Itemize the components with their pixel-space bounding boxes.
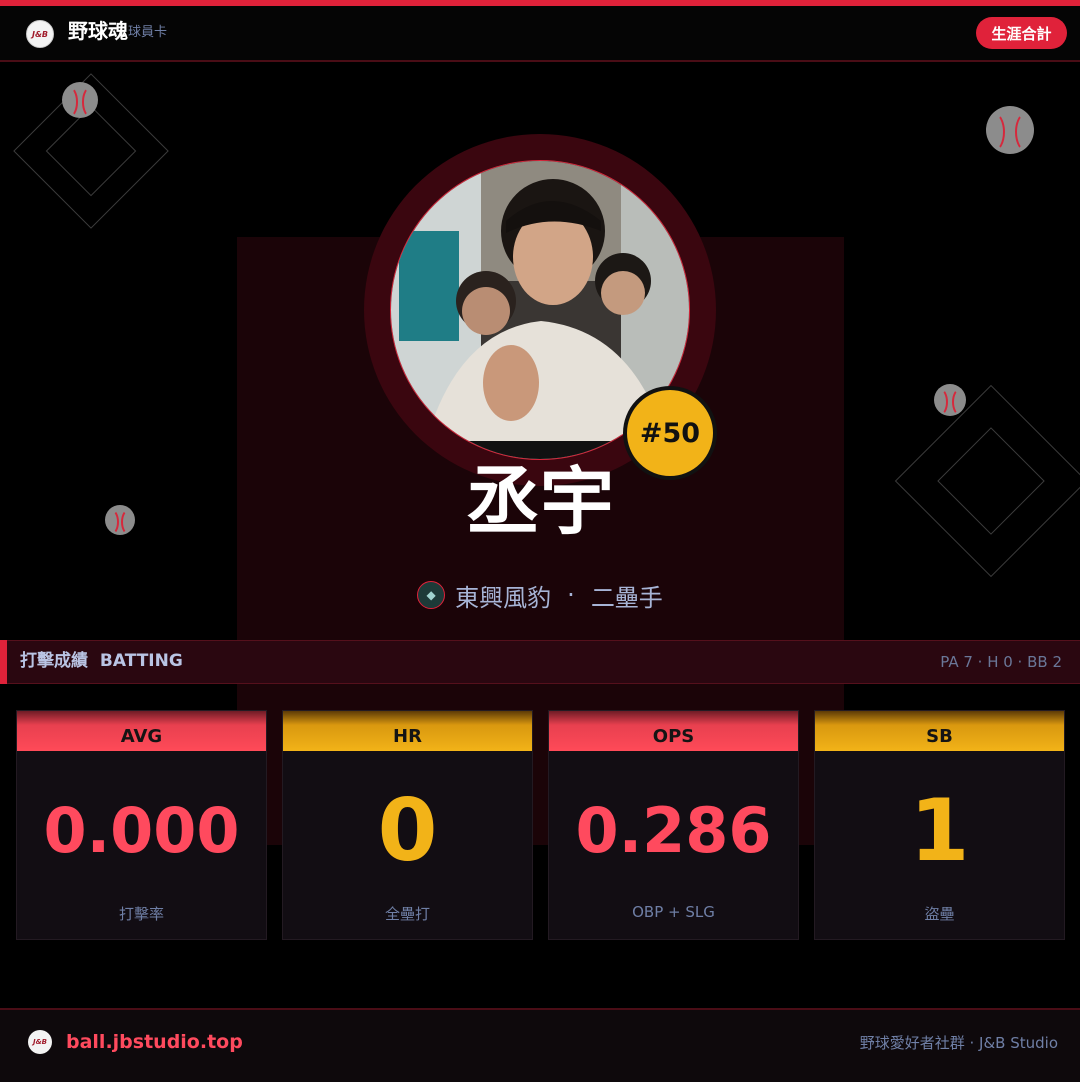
baseball-icon [986, 106, 1034, 154]
stat-value: 0.286 [575, 794, 772, 867]
stat-card-ops: OPS 0.286 OBP + SLG [548, 710, 799, 940]
stat-card-hr: HR 0 全壘打 [282, 710, 533, 940]
brand-title: 野球魂 [68, 19, 128, 43]
stat-card-avg: AVG 0.000 打擊率 [16, 710, 267, 940]
stat-card-header: HR [283, 711, 532, 751]
stat-value: 0 [377, 781, 438, 881]
stat-abbr: OPS [652, 726, 695, 747]
stat-card-header: SB [815, 711, 1064, 751]
stat-value: 0.000 [43, 794, 240, 867]
stat-abbr: HR [393, 726, 422, 747]
footer-logo-icon: J&B [28, 1030, 52, 1054]
batting-section-accent [0, 640, 7, 684]
baseball-icon [105, 505, 135, 535]
team-logo-icon: ◆ [417, 581, 446, 609]
separator-dot: · [567, 581, 575, 609]
stat-label: 盜壘 [924, 905, 955, 923]
brand-logo-icon: J&B [26, 20, 54, 48]
brand-subtitle: 球員卡 [128, 25, 168, 40]
batting-summary: PA 7 · H 0 · BB 2 [940, 653, 1062, 671]
stat-value: 1 [909, 781, 970, 881]
footer-url-link[interactable]: ball.jbstudio.top [66, 1028, 243, 1056]
stat-card-header: AVG [17, 711, 266, 751]
stat-abbr: SB [926, 726, 953, 747]
stat-label: 全壘打 [384, 905, 430, 923]
player-position: 二壘手 [590, 583, 663, 612]
stat-label: OBP + SLG [632, 903, 715, 921]
team-position-line: ◆ 東興風豹 · 二壘手 [340, 576, 740, 614]
stat-label: 打擊率 [118, 905, 164, 923]
stat-card-sb: SB 1 盜壘 [814, 710, 1065, 940]
batting-title-zh: 打擊成績 [20, 651, 88, 671]
team-name: 東興風豹 [455, 583, 552, 612]
baseball-icon [62, 82, 98, 118]
career-total-button[interactable]: 生涯合計 [976, 17, 1067, 49]
stat-card-header: OPS [549, 711, 798, 751]
batting-section-title: 打擊成績 BATTING [20, 650, 183, 672]
batting-title-en: BATTING [99, 651, 183, 671]
player-name: 丞宇 [466, 459, 614, 545]
baseball-icon [934, 384, 966, 416]
footer-credit: 野球愛好者社群 · J&B Studio [859, 1034, 1058, 1052]
stat-abbr: AVG [120, 726, 163, 747]
